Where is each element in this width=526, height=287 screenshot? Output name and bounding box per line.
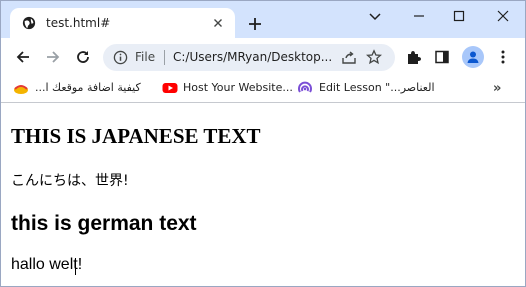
japanese-paragraph: こんにちは、世界! [11, 173, 129, 189]
bookmark-2-label[interactable]: Host Your Website... [183, 81, 293, 99]
reload-icon[interactable] [75, 49, 91, 65]
tab-strip: test.html# [1, 1, 525, 38]
globe-icon [22, 16, 36, 30]
forward-arrow-icon[interactable] [45, 49, 61, 65]
profile-avatar[interactable] [462, 46, 484, 68]
info-icon[interactable] [113, 50, 128, 65]
maximize-icon[interactable] [451, 8, 467, 24]
bookmark-3-label[interactable]: Edit Lesson "...العناصر [319, 81, 435, 99]
browser-window: test.html# File C:/Users/MRyan/Desktop..… [0, 0, 526, 287]
youtube-icon [162, 83, 178, 93]
extensions-puzzle-icon[interactable] [405, 49, 421, 65]
more-bookmarks-chevron-icon[interactable]: » [493, 81, 501, 96]
bookmarks-bar: كيفية اضافة موقعك ا... Host Your Website… [1, 76, 525, 103]
url-text[interactable]: C:/Users/MRyan/Desktop... [173, 50, 333, 64]
page-content: THIS IS JAPANESE TEXT こんにちは、世界! this is … [1, 104, 525, 286]
tab-title: test.html# [46, 16, 111, 30]
bookmark-1-label[interactable]: كيفية اضافة موقعك ا... [35, 81, 141, 99]
share-icon[interactable] [341, 49, 357, 65]
japanese-heading: THIS IS JAPANESE TEXT [11, 124, 261, 148]
close-window-icon[interactable] [495, 8, 511, 24]
text-caret [75, 258, 76, 275]
close-tab-icon[interactable] [211, 16, 225, 30]
minimize-icon[interactable] [411, 8, 427, 24]
tab-test-html[interactable]: test.html# [10, 8, 235, 38]
podcast-icon [298, 81, 312, 93]
german-heading: this is german text [11, 212, 197, 235]
wordpress-favicon-icon [14, 85, 28, 94]
back-arrow-icon[interactable] [15, 49, 31, 65]
address-bar[interactable]: File C:/Users/MRyan/Desktop... [103, 44, 395, 71]
omnibox-divider [164, 50, 165, 65]
url-scheme: File [135, 50, 156, 64]
person-icon [467, 51, 479, 63]
toolbar: File C:/Users/MRyan/Desktop... [1, 38, 525, 76]
bookmark-star-icon[interactable] [366, 49, 382, 65]
tab-search-chevron-icon[interactable] [367, 8, 383, 24]
new-tab-icon[interactable] [247, 16, 263, 32]
side-panel-icon[interactable] [434, 49, 450, 65]
more-menu-icon[interactable] [495, 49, 511, 65]
german-paragraph[interactable]: hallo welt! [11, 256, 82, 274]
